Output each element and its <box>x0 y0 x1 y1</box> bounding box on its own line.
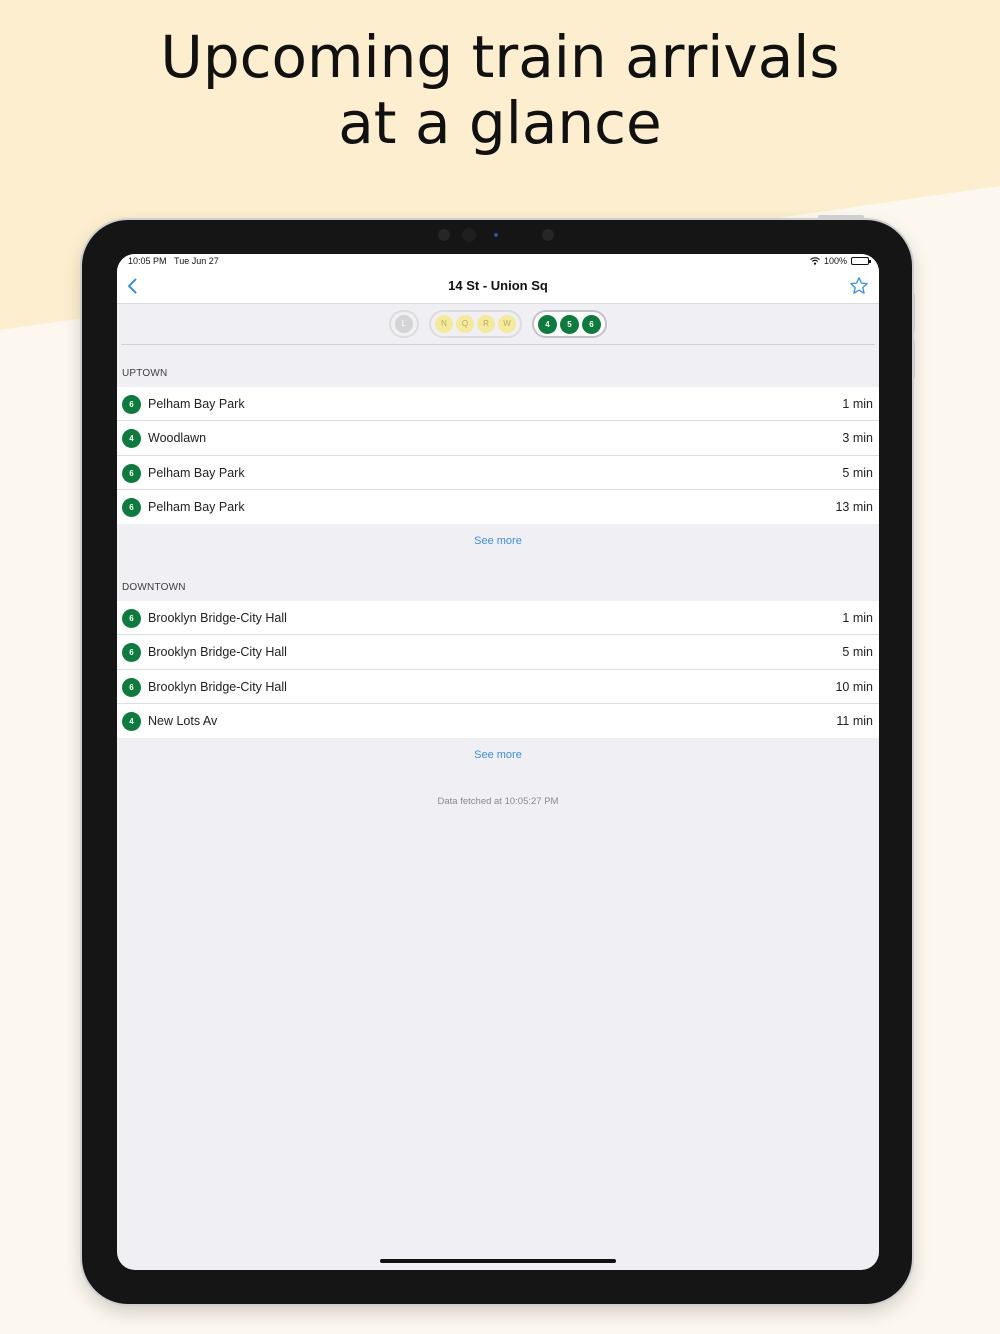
line-bullet-r: R <box>477 315 495 333</box>
line-bullet-l: L <box>395 315 413 333</box>
data-fetched-label: Data fetched at 10:05:27 PM <box>437 796 559 807</box>
arrival-time: 3 min <box>842 431 873 446</box>
uptown-header: UPTOWN <box>122 368 168 379</box>
arrival-row[interactable]: 4 New Lots Av 11 min <box>117 703 879 739</box>
line-bullet-w: W <box>498 315 516 333</box>
line-badge: 6 <box>122 395 141 414</box>
arrival-row[interactable]: 6 Pelham Bay Park 13 min <box>117 489 879 525</box>
top-button <box>818 215 864 219</box>
arrival-time: 1 min <box>842 611 873 625</box>
camera-dot <box>542 229 554 241</box>
headline-line-2: at a glance <box>338 89 662 157</box>
wifi-icon <box>810 257 820 265</box>
navigation-bar: 14 St - Union Sq <box>117 268 879 304</box>
line-bullet-q: Q <box>456 315 474 333</box>
arrival-time: 13 min <box>835 499 873 514</box>
uptown-list: 6 Pelham Bay Park 1 min 4 Woodlawn 3 min… <box>117 387 879 525</box>
destination: Pelham Bay Park <box>148 465 245 480</box>
arrival-row[interactable]: 6 Pelham Bay Park 5 min <box>117 455 879 490</box>
arrival-row[interactable]: 6 Pelham Bay Park 1 min <box>117 387 879 422</box>
status-date: Tue Jun 27 <box>174 256 219 266</box>
line-badge: 6 <box>122 677 141 697</box>
battery-icon <box>851 257 871 265</box>
volume-up-button <box>912 294 915 332</box>
arrival-row[interactable]: 6 Brooklyn Bridge-City Hall 10 min <box>117 669 879 704</box>
line-group-nqrw[interactable]: N Q R W <box>429 310 522 338</box>
destination: Brooklyn Bridge-City Hall <box>148 611 287 625</box>
headline: Upcoming train arrivals at a glance <box>0 24 1000 156</box>
arrival-time: 5 min <box>842 645 873 660</box>
headline-line-1: Upcoming train arrivals <box>160 23 840 91</box>
divider <box>121 344 875 345</box>
line-group-456[interactable]: 4 5 6 <box>532 310 607 338</box>
camera-lens <box>462 228 476 242</box>
downtown-header: DOWNTOWN <box>122 582 186 593</box>
status-indicators: 100% <box>810 256 871 266</box>
destination: Woodlawn <box>148 431 207 446</box>
arrival-time: 5 min <box>842 465 873 480</box>
line-badge: 6 <box>122 643 141 663</box>
line-bullet-6: 6 <box>582 314 601 334</box>
line-badge: 6 <box>122 609 141 628</box>
arrival-row[interactable]: 4 Woodlawn 3 min <box>117 421 879 456</box>
destination: Pelham Bay Park <box>148 499 245 514</box>
station-title: 14 St - Union Sq <box>448 278 548 293</box>
camera-sensor <box>494 233 498 237</box>
arrival-time: 11 min <box>836 713 873 728</box>
app-screen: 10:05 PM Tue Jun 27 100% 14 St - Union S… <box>117 254 879 1270</box>
status-bar: 10:05 PM Tue Jun 27 100% <box>117 254 879 268</box>
line-group-l[interactable]: L <box>389 310 419 338</box>
volume-down-button <box>912 340 915 378</box>
status-clock: 10:05 PM <box>128 256 167 266</box>
line-bullet-4: 4 <box>538 314 557 334</box>
arrival-row[interactable]: 6 Brooklyn Bridge-City Hall 1 min <box>117 601 879 636</box>
arrival-row[interactable]: 6 Brooklyn Bridge-City Hall 5 min <box>117 635 879 670</box>
line-badge: 6 <box>122 463 141 483</box>
home-indicator[interactable] <box>380 1259 616 1263</box>
downtown-see-more-link[interactable]: See more <box>117 749 879 761</box>
destination: Brooklyn Bridge-City Hall <box>148 679 287 694</box>
destination: Pelham Bay Park <box>148 397 245 411</box>
uptown-see-more-link[interactable]: See more <box>117 535 879 547</box>
destination: New Lots Av <box>148 713 218 728</box>
star-icon[interactable] <box>849 276 869 296</box>
line-badge: 4 <box>122 711 141 731</box>
line-badge: 4 <box>122 429 141 449</box>
arrival-time: 10 min <box>835 679 873 694</box>
line-selector: L N Q R W 4 5 6 <box>117 304 879 344</box>
camera-dot <box>438 229 450 241</box>
battery-percentage: 100% <box>823 256 847 266</box>
arrival-time: 1 min <box>842 397 873 411</box>
downtown-list: 6 Brooklyn Bridge-City Hall 1 min 6 Broo… <box>117 601 879 739</box>
line-bullet-5: 5 <box>560 314 579 334</box>
line-badge: 6 <box>122 497 141 517</box>
status-time: 10:05 PM Tue Jun 27 <box>128 256 219 266</box>
destination: Brooklyn Bridge-City Hall <box>148 645 287 660</box>
line-bullet-n: N <box>435 315 453 333</box>
